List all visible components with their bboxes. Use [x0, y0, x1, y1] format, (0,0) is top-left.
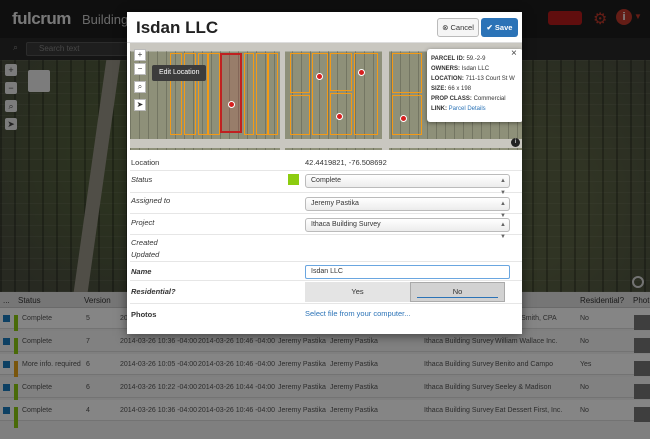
created-row: Created [130, 235, 522, 248]
parcel-outline[interactable] [392, 95, 422, 135]
save-button-label: Save [494, 23, 513, 32]
parcel-outline[interactable] [354, 53, 378, 135]
close-icon[interactable]: × [511, 48, 517, 59]
popup-link-row: LINK: Parcel Details [431, 106, 486, 112]
residential-label: Residential? [131, 287, 176, 296]
zoom-in-button[interactable]: + [134, 49, 146, 61]
status-select[interactable]: Complete ▲ ▼ [305, 174, 510, 196]
record-marker[interactable] [316, 73, 323, 80]
record-marker[interactable] [358, 69, 365, 76]
map-info-icon[interactable]: i [511, 138, 520, 147]
map-road [130, 139, 522, 148]
selected-parcel[interactable] [220, 53, 242, 133]
residential-row: Residential? Yes No [130, 281, 522, 304]
name-label: Name [131, 267, 152, 276]
edit-location-button[interactable]: Edit Location [152, 65, 207, 81]
name-input[interactable]: Isdan LLC [305, 265, 510, 279]
modal-title: Isdan LLC [136, 18, 219, 37]
record-editor-modal: Isdan LLC ⊗ Cancel ✔ Save + − ⌕ ➤ Edit L… [127, 12, 522, 334]
popup-propclass-row: PROP CLASS: Commercial [431, 96, 506, 102]
location-label: Location [131, 158, 160, 167]
map-road [382, 43, 389, 150]
assigned-label: Assigned to [131, 196, 171, 205]
updated-row: Updated [130, 248, 522, 262]
popup-owners-row: OWNERS: Isdan LLC [431, 66, 490, 72]
photos-label: Photos [131, 310, 157, 319]
parcel-outline[interactable] [290, 95, 310, 135]
parcel-outline[interactable] [256, 53, 268, 135]
parcel-outline[interactable] [208, 53, 220, 135]
cancel-button[interactable]: ⊗ Cancel [437, 18, 479, 37]
project-label: Project [131, 218, 155, 227]
zoom-out-button[interactable]: − [134, 63, 146, 75]
select-file-link[interactable]: Select file from your computer... [305, 309, 410, 318]
parcel-outline[interactable] [392, 53, 422, 93]
updated-label: Updated [131, 250, 160, 259]
map-road [280, 43, 285, 150]
parcel-outline[interactable] [330, 53, 352, 91]
modal-header: Isdan LLC ⊗ Cancel ✔ Save [127, 12, 522, 43]
popup-location-row: LOCATION: 711-13 Court St W [431, 76, 515, 82]
location-row: Location 42.4419821, -76.508692 [130, 152, 522, 171]
save-icon: ✔ [486, 23, 493, 32]
record-marker[interactable] [400, 115, 407, 122]
name-row: Name Isdan LLC [130, 262, 522, 281]
created-label: Created [131, 238, 158, 247]
assigned-row: Assigned to Jeremy Pastika ▲ ▼ [130, 193, 522, 219]
parcel-outline[interactable] [244, 53, 254, 135]
parcel-details-link[interactable]: Parcel Details [449, 106, 486, 112]
record-marker[interactable] [336, 113, 343, 120]
status-row: Status Complete ▲ ▼ [130, 171, 522, 196]
status-color-indicator [288, 174, 299, 185]
parcel-info-popup: × PARCEL ID: 59.-2-9 OWNERS: Isdan LLC L… [427, 48, 522, 122]
assigned-select[interactable]: Jeremy Pastika ▲ ▼ [305, 197, 510, 219]
map-search-icon[interactable]: ⌕ [134, 81, 146, 93]
locate-icon[interactable]: ➤ [134, 99, 146, 111]
cancel-button-label: Cancel [450, 23, 474, 32]
parcel-outline[interactable] [268, 53, 278, 135]
popup-size-row: SIZE: 66 x 198 [431, 86, 472, 92]
location-value: 42.4419821, -76.508692 [305, 158, 387, 167]
residential-no-button[interactable]: No [410, 282, 505, 302]
status-label: Status [131, 175, 153, 184]
popup-parcel-row: PARCEL ID: 59.-2-9 [431, 56, 486, 62]
parcel-outline[interactable] [312, 53, 328, 135]
project-row: Project Ithaca Building Survey ▲ ▼ [130, 214, 522, 240]
project-select[interactable]: Ithaca Building Survey ▲ ▼ [305, 218, 510, 240]
parcel-outline[interactable] [290, 53, 310, 93]
save-button[interactable]: ✔ Save [481, 18, 518, 37]
record-marker[interactable] [228, 101, 235, 108]
cancel-icon: ⊗ [442, 23, 449, 32]
location-map[interactable]: + − ⌕ ➤ Edit Location × PARCEL ID: 59.-2… [130, 43, 522, 150]
photos-row: Photos Select file from your computer... [130, 304, 522, 326]
residential-yes-button[interactable]: Yes [305, 282, 410, 302]
